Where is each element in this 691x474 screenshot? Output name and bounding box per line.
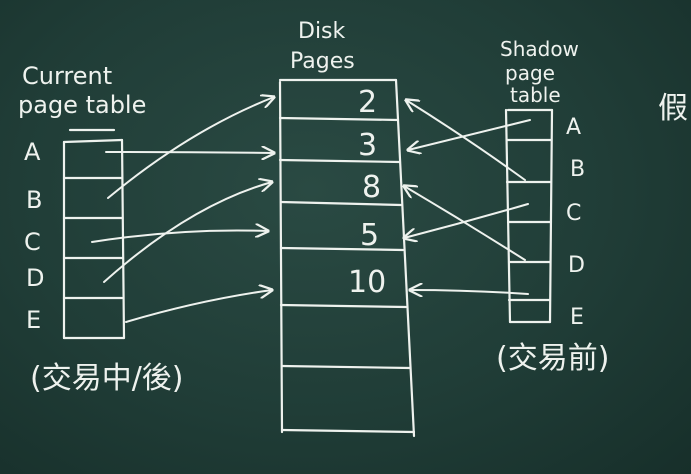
current-row-label-b: B: [26, 186, 42, 214]
current-row-label-e: E: [26, 306, 41, 334]
disk-page-3: 3: [358, 128, 377, 163]
board-edge-char: 假: [658, 91, 688, 126]
disk-left-edge: [278, 80, 284, 434]
shadow-row-label-d: D: [568, 253, 585, 278]
shadow-page-table: [504, 108, 554, 324]
disk-title-line1: Disk: [298, 19, 346, 44]
shadow-table-right-edge: [548, 108, 554, 324]
arrow-current-a-to-page-3: [105, 152, 274, 153]
current-row-label-a: A: [24, 138, 41, 166]
shadow-row-label-c: C: [566, 201, 581, 226]
shadow-table-title-line1: Shadow: [500, 37, 579, 61]
current-row-label-d: D: [26, 264, 44, 292]
current-row-label-c: C: [24, 228, 41, 256]
arrow-current-c-to-page-5: [91, 230, 268, 243]
shadow-table-note: (交易前): [496, 341, 609, 376]
shadow-row-label-a: A: [566, 115, 581, 140]
shadow-row-label-e: E: [570, 305, 584, 330]
arrow-current-e-to-page-10: [125, 290, 272, 323]
shadow-table-left-edge: [504, 108, 512, 324]
disk-page-5: 5: [360, 218, 379, 253]
disk-page-10: 10: [348, 265, 386, 300]
current-table-title-line2: page table: [18, 91, 146, 119]
shadow-table-title-line2: page: [505, 61, 555, 85]
arrow-shadow-a-to-page-3: [408, 119, 531, 150]
disk-pages-stack: [278, 78, 416, 438]
current-table-note: (交易中/後): [30, 361, 184, 396]
current-to-disk-arrows: [91, 97, 274, 323]
chalkboard: Current page table A B C D E (交易中/後) Dis…: [0, 0, 691, 474]
current-page-table: [62, 128, 126, 340]
disk-title-line2: Pages: [290, 49, 355, 74]
current-table-title-line1: Current: [22, 62, 112, 90]
shadow-table-title-line3: table: [510, 83, 561, 107]
disk-right-edge: [394, 78, 416, 438]
current-table-right-edge: [120, 138, 126, 340]
shadow-paging-diagram: Current page table A B C D E (交易中/後) Dis…: [18, 19, 688, 438]
shadow-to-disk-arrows: [404, 100, 531, 294]
shadow-row-label-b: B: [570, 157, 585, 182]
disk-page-8: 8: [362, 170, 381, 205]
disk-page-2: 2: [358, 85, 377, 120]
